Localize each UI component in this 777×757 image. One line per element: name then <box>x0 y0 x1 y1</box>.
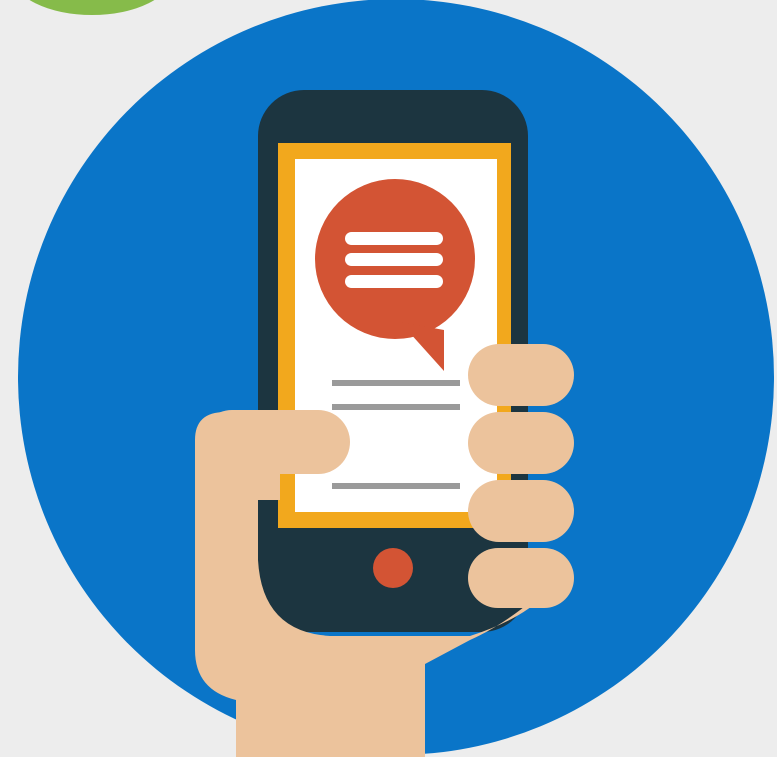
hand-finger <box>468 548 574 608</box>
text-line <box>332 380 460 386</box>
hand-thumb-base <box>200 440 280 500</box>
chat-bubble-line <box>345 253 443 266</box>
text-line <box>332 404 460 410</box>
text-line <box>332 483 460 489</box>
phone-in-hand-illustration <box>18 0 774 757</box>
chat-bubble-line <box>345 232 443 245</box>
chat-bubble-line <box>345 275 443 288</box>
hand-finger <box>468 412 574 474</box>
hand-finger <box>468 344 574 406</box>
green-accent-shape <box>29 0 155 15</box>
illustration-canvas <box>0 0 777 757</box>
home-button <box>373 548 413 588</box>
hand-finger <box>468 480 574 542</box>
